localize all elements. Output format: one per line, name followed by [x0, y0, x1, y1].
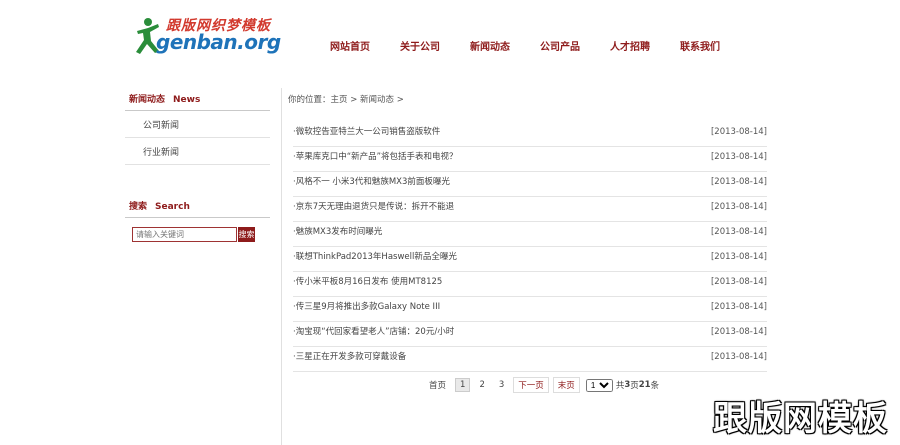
nav-about[interactable]: 关于公司 [400, 38, 440, 53]
search-box: 搜索 [132, 227, 270, 242]
search-button[interactable]: 搜索 [238, 227, 255, 242]
sidebar-news-title-en: News [173, 95, 201, 105]
pager-total-suffix: 条 [650, 381, 660, 391]
nav-home[interactable]: 网站首页 [330, 38, 370, 53]
news-date: [2013-08-14] [710, 352, 767, 362]
sidebar-item-company-news[interactable]: 公司新闻 [125, 111, 270, 138]
pager-page-2[interactable]: 2 [474, 378, 489, 392]
logo-english-text: genban.org [156, 30, 281, 54]
sidebar: 新闻动态 News 公司新闻 行业新闻 搜索 Search 搜索 [125, 88, 270, 242]
breadcrumb: 你的位置：主页 > 新闻动态 > [288, 95, 404, 105]
news-date: [2013-08-14] [710, 227, 767, 237]
sidebar-search-title-en: Search [155, 202, 190, 212]
news-date: [2013-08-14] [710, 277, 767, 287]
news-date: [2013-08-14] [710, 327, 767, 337]
sidebar-search-title: 搜索 Search [125, 195, 270, 218]
pager-last[interactable]: 末页 [552, 377, 580, 393]
list-item: ·传三星9月将推出多款Galaxy Note III [2013-08-14] [293, 298, 767, 322]
list-item: ·联想ThinkPad2013年Haswell新品全曝光 [2013-08-14] [293, 248, 767, 272]
sidebar-item-industry-news[interactable]: 行业新闻 [125, 138, 270, 165]
pager-page-3[interactable]: 3 [494, 378, 509, 392]
search-input[interactable] [132, 227, 237, 242]
list-item: ·魅族MX3发布时间曝光 [2013-08-14] [293, 223, 767, 247]
sidebar-news-title: 新闻动态 News [125, 88, 270, 111]
pager-page-select[interactable]: 1 [585, 378, 613, 392]
pager-total-mid: 页 [630, 381, 639, 391]
news-title[interactable]: ·三星正在开发多款可穿戴设备 [293, 348, 406, 371]
news-title[interactable]: ·魅族MX3发布时间曝光 [293, 223, 382, 246]
main-nav: 网站首页 关于公司 新闻动态 公司产品 人才招聘 联系我们 [330, 38, 750, 53]
news-title[interactable]: ·传小米平板8月16日发布 使用MT8125 [293, 273, 442, 296]
pagination: 首页 1 2 3 下一页 末页 1 共 3 页 21 条 [424, 377, 659, 393]
news-title[interactable]: ·苹果库克口中“新产品”将包括手表和电视？ [293, 148, 458, 171]
news-title[interactable]: ·传三星9月将推出多款Galaxy Note III [293, 298, 440, 321]
sidebar-search-title-cn: 搜索 [129, 202, 148, 212]
news-date: [2013-08-14] [710, 152, 767, 162]
watermark: 跟版网模板 [713, 399, 888, 439]
list-item: ·京东7天无理由退货只是传说：拆开不能退 [2013-08-14] [293, 198, 767, 222]
nav-news[interactable]: 新闻动态 [470, 38, 510, 53]
site-logo[interactable]: 跟版网织梦模板 genban.org [134, 15, 281, 57]
news-date: [2013-08-14] [710, 302, 767, 312]
news-date: [2013-08-14] [710, 252, 767, 262]
nav-jobs[interactable]: 人才招聘 [610, 38, 650, 53]
news-title[interactable]: ·风格不一 小米3代和魅族MX3前面板曝光 [293, 173, 450, 196]
news-date: [2013-08-14] [710, 177, 767, 187]
nav-products[interactable]: 公司产品 [540, 38, 580, 53]
news-list: ·微软控告亚特兰大一公司销售盗版软件 [2013-08-14] ·苹果库克口中“新… [293, 123, 767, 373]
news-title[interactable]: ·微软控告亚特兰大一公司销售盗版软件 [293, 123, 440, 146]
column-divider [281, 88, 282, 445]
list-item: ·传小米平板8月16日发布 使用MT8125 [2013-08-14] [293, 273, 767, 297]
news-title[interactable]: ·联想ThinkPad2013年Haswell新品全曝光 [293, 248, 457, 271]
list-item: ·微软控告亚特兰大一公司销售盗版软件 [2013-08-14] [293, 123, 767, 147]
list-item: ·风格不一 小米3代和魅族MX3前面板曝光 [2013-08-14] [293, 173, 767, 197]
pager-page-1[interactable]: 1 [455, 378, 471, 392]
pager-next[interactable]: 下一页 [513, 377, 549, 393]
list-item: ·苹果库克口中“新产品”将包括手表和电视？ [2013-08-14] [293, 148, 767, 172]
news-date: [2013-08-14] [710, 202, 767, 212]
pager-first[interactable]: 首页 [424, 377, 451, 393]
news-date: [2013-08-14] [710, 127, 767, 137]
news-title[interactable]: ·京东7天无理由退货只是传说：拆开不能退 [293, 198, 454, 221]
news-title[interactable]: ·淘宝现“代回家看望老人”店铺：20元/小时 [293, 323, 454, 346]
pager-total-records: 21 [638, 380, 651, 390]
sidebar-news-title-cn: 新闻动态 [129, 95, 166, 105]
list-item: ·淘宝现“代回家看望老人”店铺：20元/小时 [2013-08-14] [293, 323, 767, 347]
nav-contact[interactable]: 联系我们 [680, 38, 720, 53]
pager-total-prefix: 共 [615, 381, 625, 391]
list-item: ·三星正在开发多款可穿戴设备 [2013-08-14] [293, 348, 767, 372]
